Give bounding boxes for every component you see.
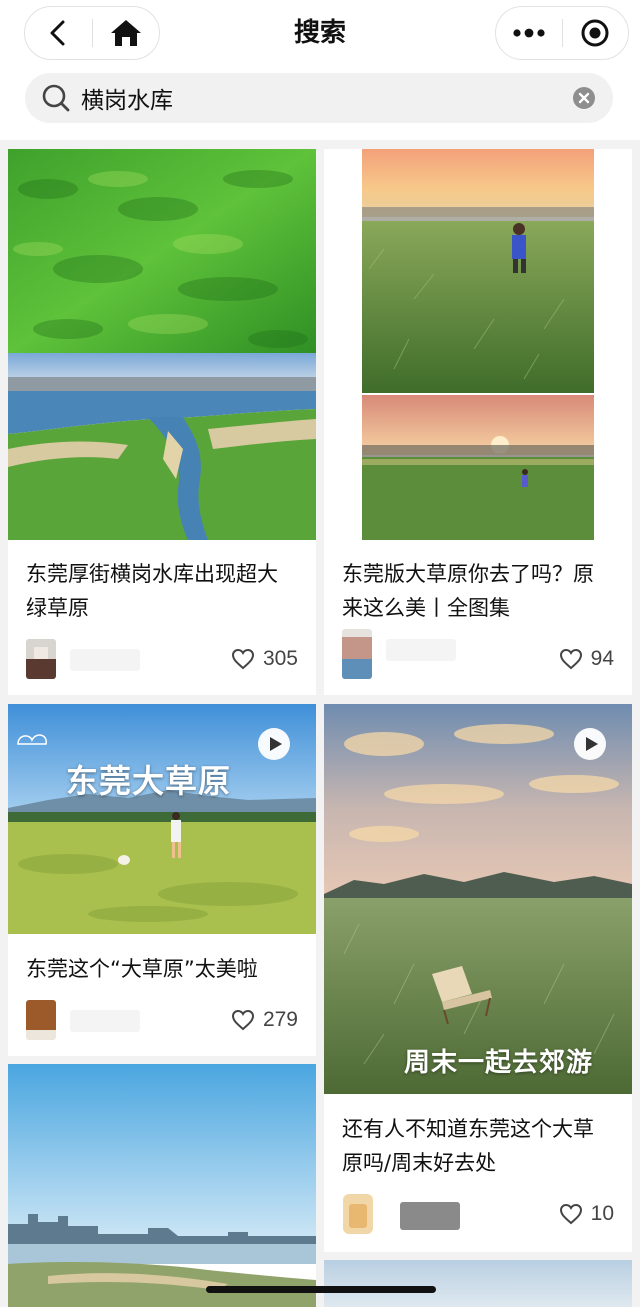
card-footer: 94 bbox=[342, 629, 614, 679]
close-miniprogram-button[interactable] bbox=[563, 7, 629, 59]
avatar[interactable] bbox=[342, 629, 372, 679]
card-cover-image bbox=[324, 149, 632, 540]
like-button[interactable]: 305 bbox=[231, 643, 298, 675]
card-cover-image bbox=[324, 704, 632, 1094]
cover-overlay-text: 周末一起去郊游 bbox=[404, 1048, 594, 1078]
card-cover-image bbox=[8, 1064, 316, 1307]
result-card[interactable]: 东莞厚街横岗水库出现超大绿草原 305 bbox=[8, 149, 316, 695]
heart-icon bbox=[231, 648, 254, 670]
avatar[interactable] bbox=[26, 1000, 56, 1040]
result-card[interactable]: 周末一起去郊游 还有人不知道东莞这个大草原吗/周末好去处 10 bbox=[324, 704, 632, 1252]
result-card[interactable]: 东莞大草原 东莞这个“大草原”太美啦 279 bbox=[8, 704, 316, 1056]
author-name[interactable] bbox=[386, 639, 456, 661]
card-title: 东莞版大草原你去了吗？原来这么美丨全图集 bbox=[342, 562, 594, 620]
home-indicator[interactable] bbox=[206, 1286, 436, 1293]
card-cover-image bbox=[8, 149, 316, 540]
result-card[interactable]: 东莞版大草原你去了吗？原来这么美丨全图集 94 bbox=[324, 149, 632, 695]
nav-capsule-right bbox=[495, 6, 629, 60]
more-dots-icon bbox=[513, 28, 545, 38]
like-count: 10 bbox=[590, 1202, 614, 1225]
like-count: 279 bbox=[262, 1008, 298, 1031]
card-title: 东莞这个“大草原”太美啦 bbox=[26, 957, 258, 981]
avatar[interactable] bbox=[342, 1194, 374, 1234]
result-card[interactable] bbox=[324, 1260, 632, 1307]
like-count: 94 bbox=[590, 647, 614, 670]
heart-icon bbox=[559, 648, 582, 670]
top-bar: 搜索 bbox=[0, 0, 640, 140]
like-button[interactable]: 10 bbox=[559, 1198, 614, 1230]
author-name[interactable] bbox=[70, 1010, 140, 1032]
card-cover-image bbox=[324, 1260, 632, 1307]
author-name[interactable] bbox=[70, 649, 140, 671]
clear-icon[interactable] bbox=[573, 87, 595, 109]
play-icon bbox=[574, 728, 606, 760]
target-circle-icon bbox=[581, 19, 609, 47]
search-icon bbox=[41, 83, 71, 113]
like-button[interactable]: 94 bbox=[559, 643, 614, 675]
card-footer: 305 bbox=[26, 639, 298, 679]
result-card[interactable] bbox=[8, 1064, 316, 1307]
card-title: 东莞厚街横岗水库出现超大绿草原 bbox=[26, 562, 278, 620]
search-input[interactable] bbox=[81, 78, 551, 118]
card-footer: 279 bbox=[26, 1000, 298, 1040]
more-button[interactable] bbox=[496, 7, 562, 59]
play-icon bbox=[258, 728, 290, 760]
card-footer: 10 bbox=[342, 1194, 614, 1234]
cover-overlay-text: 东莞大草原 bbox=[66, 762, 232, 800]
card-title: 还有人不知道东莞这个大草原吗/周末好去处 bbox=[342, 1117, 594, 1175]
heart-icon bbox=[559, 1203, 582, 1225]
author-name[interactable] bbox=[400, 1202, 460, 1230]
avatar[interactable] bbox=[26, 639, 56, 679]
search-bar[interactable] bbox=[25, 73, 613, 123]
heart-icon bbox=[231, 1009, 254, 1031]
like-count: 305 bbox=[262, 647, 298, 670]
like-button[interactable]: 279 bbox=[231, 1004, 298, 1036]
